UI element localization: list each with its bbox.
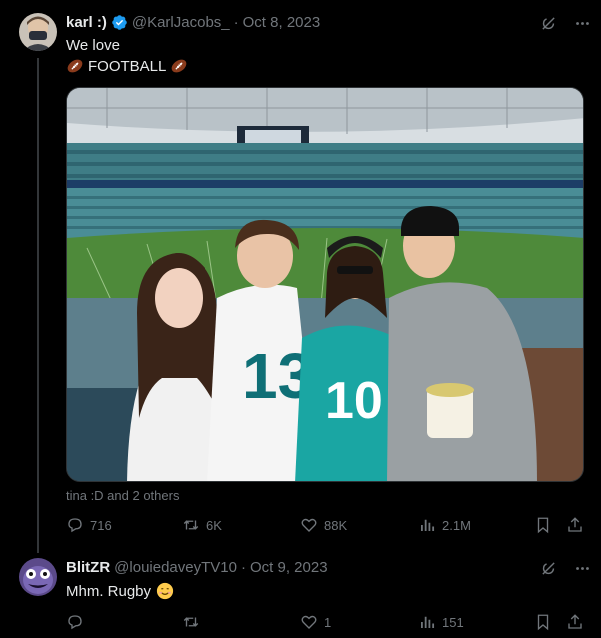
grok-icon[interactable] xyxy=(539,559,557,577)
football-emoji-icon xyxy=(66,57,84,75)
bookmark-button[interactable] xyxy=(534,516,552,534)
bookmark-icon xyxy=(537,614,549,631)
like-count: 1 xyxy=(324,614,332,630)
author-name[interactable]: karl :) xyxy=(66,14,107,31)
reply-author-handle[interactable]: @louiedaveyTV10 xyxy=(114,559,237,576)
share-button[interactable] xyxy=(566,516,584,534)
repost-icon xyxy=(183,617,199,627)
reply-actions: 1 151 xyxy=(66,613,586,633)
reply-top-icons xyxy=(539,559,591,577)
author-avatar[interactable] xyxy=(19,13,57,51)
post-text-line-2: FOOTBALL xyxy=(66,57,188,75)
reply-header: BlitZR @louiedaveyTV10 · Oct 9, 2023 xyxy=(66,559,328,576)
verified-badge-icon xyxy=(111,14,128,31)
heart-icon xyxy=(301,518,317,532)
reply-icon xyxy=(68,518,82,533)
separator-dot: · xyxy=(240,559,246,576)
share-button[interactable] xyxy=(566,613,584,631)
views-icon xyxy=(421,616,435,628)
reply-post: BlitZR @louiedaveyTV10 · Oct 9, 2023 Mhm… xyxy=(0,548,601,638)
grok-icon[interactable] xyxy=(539,14,557,32)
share-icon xyxy=(568,614,582,629)
heart-icon xyxy=(301,615,317,629)
repost-button[interactable]: 6K xyxy=(182,516,222,534)
share-icon xyxy=(568,517,582,532)
author-handle[interactable]: @KarlJacobs_ xyxy=(132,14,230,31)
views-count: 151 xyxy=(442,614,464,630)
repost-button[interactable] xyxy=(182,613,206,631)
reply-text-line: Mhm. Rugby xyxy=(66,582,174,600)
post-text-football: FOOTBALL xyxy=(88,57,167,75)
tagged-users[interactable]: tina :D and 2 others xyxy=(66,488,179,503)
reply-button[interactable] xyxy=(66,613,90,631)
main-post: karl :) @KarlJacobs_ · Oct 8, 2023 We lo… xyxy=(0,0,601,553)
svg-text:10: 10 xyxy=(325,372,383,430)
post-header: karl :) @KarlJacobs_ · Oct 8, 2023 xyxy=(66,14,320,31)
bookmark-icon xyxy=(537,517,549,534)
repost-count: 6K xyxy=(206,517,222,533)
views-count: 2.1M xyxy=(442,517,471,533)
like-count: 88K xyxy=(324,517,348,533)
separator-dot: · xyxy=(233,14,239,31)
more-icon[interactable] xyxy=(573,559,591,577)
post-date[interactable]: Oct 8, 2023 xyxy=(243,14,321,31)
reply-button[interactable]: 716 xyxy=(66,516,112,534)
views-button[interactable]: 151 xyxy=(418,613,464,631)
views-button[interactable]: 2.1M xyxy=(418,516,471,534)
reply-date[interactable]: Oct 9, 2023 xyxy=(250,559,328,576)
post-top-icons xyxy=(539,14,591,32)
views-icon xyxy=(421,519,435,531)
reply-count: 716 xyxy=(90,517,112,533)
bookmark-button[interactable] xyxy=(534,613,552,631)
post-photo[interactable]: 13 10 xyxy=(66,87,584,482)
like-button[interactable]: 88K xyxy=(300,516,347,534)
reply-author-avatar[interactable] xyxy=(19,558,57,596)
smiling-emoji-icon xyxy=(156,582,174,600)
like-button[interactable]: 1 xyxy=(300,613,331,631)
football-emoji-icon xyxy=(170,57,188,75)
post-actions: 716 6K 88K 2.1M xyxy=(66,516,586,536)
reply-icon xyxy=(68,615,82,630)
more-icon[interactable] xyxy=(573,14,591,32)
reply-author-name[interactable]: BlitZR xyxy=(66,559,110,576)
post-text-line-1: We love xyxy=(66,37,120,54)
thread-connector-line xyxy=(37,58,39,553)
repost-icon xyxy=(183,520,199,530)
reply-text: Mhm. Rugby xyxy=(66,582,152,600)
